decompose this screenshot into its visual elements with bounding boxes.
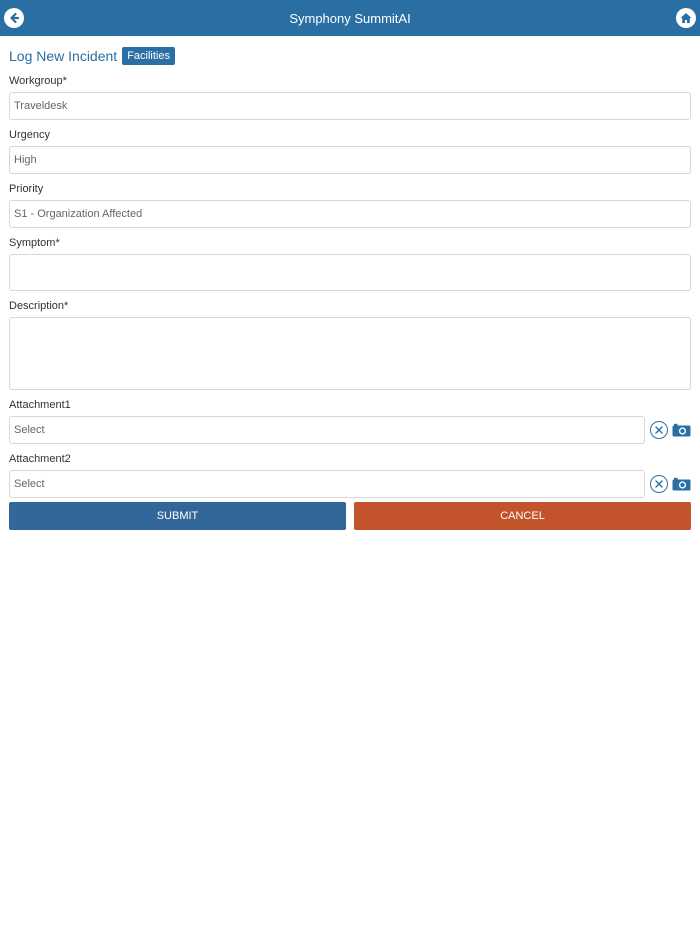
attachment2-clear-button[interactable] <box>650 475 668 493</box>
description-label: Description* <box>9 300 69 312</box>
form-actions: SUBMIT CANCEL <box>9 502 691 530</box>
priority-label: Priority <box>9 183 44 195</box>
camera-icon <box>672 423 691 437</box>
priority-field[interactable]: S1 - Organization Affected <box>9 200 691 228</box>
category-badge[interactable]: Facilities <box>122 47 175 65</box>
attachment1-select[interactable]: Select <box>9 416 645 444</box>
submit-button[interactable]: SUBMIT <box>9 502 346 530</box>
back-button[interactable] <box>4 8 24 28</box>
attachment2-camera-button[interactable] <box>672 476 691 492</box>
home-icon <box>680 13 692 23</box>
description-field[interactable] <box>9 317 691 390</box>
workgroup-label: Workgroup* <box>9 75 67 87</box>
priority-value: S1 - Organization Affected <box>14 208 143 220</box>
page-title: Log New Incident <box>9 48 118 64</box>
attachment1-row: Select <box>9 416 691 444</box>
incident-form: Log New Incident Facilities Workgroup* T… <box>9 46 691 530</box>
workgroup-field[interactable]: Traveldesk <box>9 92 691 120</box>
cancel-button[interactable]: CANCEL <box>354 502 691 530</box>
attachment2-label: Attachment2 <box>9 453 71 465</box>
attachment2-placeholder: Select <box>14 478 45 490</box>
attachment1-clear-button[interactable] <box>650 421 668 439</box>
camera-icon <box>672 477 691 491</box>
symptom-field[interactable] <box>9 254 691 291</box>
attachment1-label: Attachment1 <box>9 399 71 411</box>
form-heading-row: Log New Incident Facilities <box>9 46 691 66</box>
app-header: Symphony SummitAI <box>0 0 700 36</box>
urgency-field[interactable]: High <box>9 146 691 174</box>
attachment2-row: Select <box>9 470 691 498</box>
app-title: Symphony SummitAI <box>289 10 411 26</box>
urgency-label: Urgency <box>9 129 50 141</box>
clear-circle-icon <box>655 426 663 434</box>
back-arrow-icon <box>10 12 20 24</box>
attachment2-select[interactable]: Select <box>9 470 645 498</box>
clear-circle-icon <box>655 480 663 488</box>
workgroup-value: Traveldesk <box>14 100 68 112</box>
urgency-value: High <box>14 154 37 166</box>
attachment1-placeholder: Select <box>14 424 45 436</box>
attachment1-camera-button[interactable] <box>672 422 691 438</box>
symptom-label: Symptom* <box>9 237 60 249</box>
home-button[interactable] <box>676 8 696 28</box>
